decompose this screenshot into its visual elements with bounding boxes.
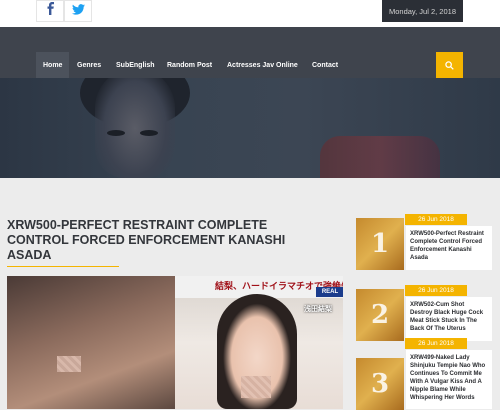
sidebar-post-title[interactable]: XRW499-Naked Lady Shinjuku Tempie Nao Wh… — [410, 354, 488, 402]
sidebar-post-item[interactable]: 1 26 Jun 2018 XRW500-Perfect Restraint C… — [356, 214, 498, 274]
post-title: XRW500-Perfect Restraint Complete Contro… — [7, 218, 286, 262]
sidebar-post-item[interactable]: 3 26 Jun 2018 XRW499-Naked Lady Shinjuku… — [356, 338, 498, 410]
title-divider — [7, 266, 119, 267]
sidebar-post-item[interactable]: 2 26 Jun 2018 XRW502-Cum Shot Destroy Bl… — [356, 285, 498, 345]
current-date: Monday, Jul 2, 2018 — [382, 0, 463, 22]
post-date-badge: 26 Jun 2018 — [405, 285, 467, 296]
twitter-link[interactable] — [64, 0, 92, 22]
post-thumbnail[interactable]: 2 — [356, 289, 404, 341]
nav-item-actresses[interactable]: Actresses Jav Online — [227, 52, 298, 79]
twitter-icon — [71, 2, 85, 20]
search-icon — [445, 57, 454, 75]
post-cover-image[interactable]: 結梨、ハードイラマチオで強絶失禁!! REAL 浅田結梨 — [7, 276, 343, 409]
post-thumbnail[interactable]: 1 — [356, 218, 404, 270]
nav-item-genres[interactable]: Genres — [77, 52, 101, 79]
nav-item-home[interactable]: Home — [36, 52, 70, 79]
nav-item-subenglish[interactable]: SubEnglish — [116, 52, 155, 79]
facebook-icon — [46, 2, 55, 20]
hero-banner-image — [0, 78, 500, 178]
post-thumbnail[interactable]: 3 — [356, 358, 404, 410]
sidebar-post-title[interactable]: XRW502-Cum Shot Destroy Black Huge Cock … — [410, 301, 488, 333]
cover-logo: REAL — [316, 287, 343, 297]
post-date-badge: 26 Jun 2018 — [405, 214, 467, 225]
nav-item-random-post[interactable]: Random Post — [167, 52, 212, 79]
post-date-badge: 26 Jun 2018 — [405, 338, 467, 349]
search-button[interactable] — [436, 52, 463, 79]
nav-item-contact[interactable]: Contact — [312, 52, 338, 79]
cover-actress-name: 浅田結梨 — [304, 306, 332, 313]
sidebar-post-title[interactable]: XRW500-Perfect Restraint Complete Contro… — [410, 230, 488, 262]
facebook-link[interactable] — [36, 0, 64, 22]
